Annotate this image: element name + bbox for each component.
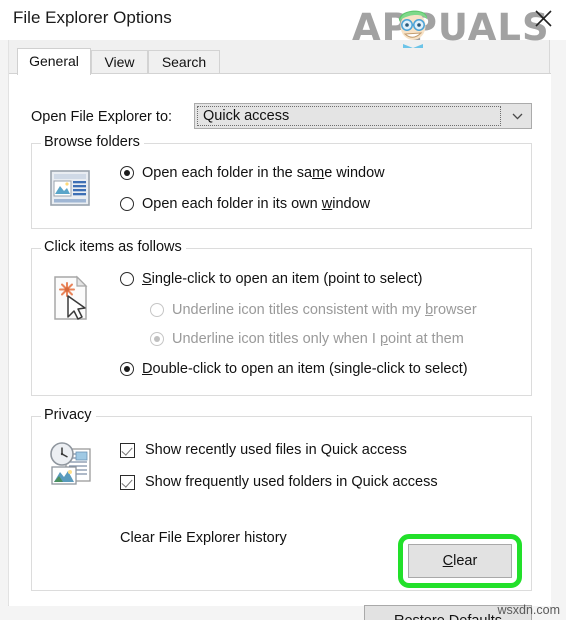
radio-indicator	[120, 362, 134, 376]
close-icon[interactable]	[530, 6, 558, 32]
click-items-group: Click items as follows Single-click to o…	[31, 239, 532, 396]
radio-same-window-label: Open each folder in the same window	[142, 165, 385, 181]
radio-single-click[interactable]: Single-click to open an item (point to s…	[120, 271, 422, 287]
radio-same-window[interactable]: Open each folder in the same window	[120, 165, 385, 181]
file-explorer-options-dialog: File Explorer Options APPUALS General Vi…	[0, 0, 566, 620]
radio-indicator	[120, 272, 134, 286]
checkbox-indicator	[120, 474, 135, 490]
radio-underline-point[interactable]: Underline icon titles only when I point …	[150, 331, 464, 347]
clear-button[interactable]: Clear	[408, 544, 512, 578]
checkbox-indicator	[120, 442, 135, 458]
privacy-caption: Privacy	[41, 407, 96, 423]
title-bar: File Explorer Options	[0, 0, 566, 40]
tab-view[interactable]: View	[91, 50, 148, 74]
window-title: File Explorer Options	[13, 8, 172, 27]
radio-double-click-label: Double-click to open an item (single-cli…	[142, 361, 468, 377]
checkbox-frequently-used-folders[interactable]: Show frequently used folders in Quick ac…	[120, 474, 438, 490]
radio-own-window[interactable]: Open each folder in its own window	[120, 196, 370, 212]
radio-indicator	[150, 303, 164, 317]
radio-indicator	[150, 332, 164, 346]
radio-underline-browser-label: Underline icon titles consistent with my…	[172, 302, 477, 318]
tab-search[interactable]: Search	[148, 50, 220, 74]
footer-watermark: wsxdn.com	[497, 603, 560, 617]
checkbox-recently-used-files-label: Show recently used files in Quick access	[145, 442, 407, 458]
tab-general[interactable]: General	[17, 48, 91, 75]
dialog-body: General View Search Open File Explorer t…	[8, 40, 551, 620]
single-click-pointer-icon	[54, 275, 88, 320]
radio-own-window-label: Open each folder in its own window	[142, 196, 371, 212]
clock-history-icon	[50, 442, 91, 485]
folder-window-icon	[50, 170, 90, 206]
checkbox-recently-used-files[interactable]: Show recently used files in Quick access	[120, 442, 407, 458]
radio-indicator	[120, 197, 134, 211]
tab-strip: General View Search	[9, 48, 551, 75]
radio-double-click[interactable]: Double-click to open an item (single-cli…	[120, 361, 468, 377]
combobox-value: Quick access	[203, 108, 290, 124]
clear-history-label: Clear File Explorer history	[120, 530, 287, 546]
click-items-caption: Click items as follows	[41, 239, 186, 255]
radio-single-click-label: Single-click to open an item (point to s…	[142, 271, 423, 287]
radio-underline-point-label: Underline icon titles only when I point …	[172, 331, 464, 347]
open-to-combobox[interactable]: Quick access	[194, 103, 532, 129]
browse-folders-group: Browse folders Open each folder in the s…	[31, 134, 532, 229]
radio-indicator	[120, 166, 134, 180]
chevron-down-icon	[512, 113, 523, 120]
open-to-label: Open File Explorer to:	[31, 109, 173, 125]
checkbox-frequently-used-folders-label: Show frequently used folders in Quick ac…	[145, 474, 438, 490]
radio-underline-browser[interactable]: Underline icon titles consistent with my…	[150, 302, 477, 318]
browse-folders-caption: Browse folders	[41, 134, 144, 150]
